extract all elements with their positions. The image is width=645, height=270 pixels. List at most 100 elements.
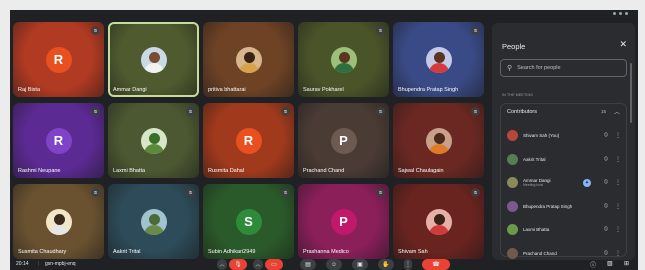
participant-tile[interactable]: ⦸ Shivam Sah <box>393 184 484 259</box>
mic-off-icon: ⦸ <box>376 26 385 35</box>
avatar <box>140 46 167 73</box>
more-options-button[interactable]: ⋮ <box>404 259 412 270</box>
avatar <box>330 46 357 73</box>
person-info: Ammar Dangi Meeting host <box>523 178 578 187</box>
mic-off-icon[interactable]: ⦸ <box>602 250 610 257</box>
person-info: Laxmi Bhatta <box>523 227 597 232</box>
mic-off-icon: ⦸ <box>471 107 480 116</box>
close-icon[interactable]: ✕ <box>619 39 627 50</box>
avatar: R <box>45 127 72 154</box>
list-item[interactable]: Aakrit Trital ⦸ ⋮ <box>501 148 626 172</box>
mic-off-icon: ⦸ <box>186 188 195 197</box>
more-vert-icon[interactable]: ⋮ <box>615 250 621 257</box>
chat-icon[interactable]: ▨ <box>607 260 613 267</box>
mic-off-icon: ⦸ <box>91 26 100 35</box>
participant-name: Saurav Pokharel <box>303 87 344 93</box>
person-name: Laxmi Bhatta <box>523 227 550 233</box>
participant-name: Prachand Chand <box>303 168 345 174</box>
avatar <box>507 177 518 189</box>
list-item[interactable]: Bhupendra Pratap Singh ⦸ ⋮ <box>501 195 626 219</box>
mic-off-icon: ⦸ <box>471 26 480 35</box>
avatar <box>45 208 72 235</box>
list-item[interactable]: Laxmi Bhatta ⦸ ⋮ <box>501 218 626 242</box>
camera-toggle-button[interactable]: ▭ <box>265 259 283 270</box>
present-button[interactable]: ▣ <box>352 259 368 270</box>
participant-name: Prashanna Medico <box>303 249 349 255</box>
section-label: IN THE MEETING <box>502 93 534 97</box>
participant-tile[interactable]: ⦸ Bhupendra Pratap Singh <box>393 22 484 97</box>
participant-name: pritiva bhattarai <box>208 87 246 93</box>
mic-off-icon: ⦸ <box>471 188 480 197</box>
more-vert-icon[interactable]: ⋮ <box>615 203 621 210</box>
leave-call-button[interactable]: ☎ <box>422 259 450 270</box>
avatar <box>507 224 518 236</box>
participant-tile[interactable]: R ⦸ Rashmi Neupane <box>13 103 104 178</box>
avatar <box>140 208 167 235</box>
avatar: R <box>45 46 72 73</box>
window-dots <box>613 12 628 15</box>
list-item[interactable]: Shivam Sah (You) ⦸ ⋮ <box>501 124 626 148</box>
meeting-code: gsn-mpbj-enq <box>45 261 76 267</box>
meeting-time: 20:14 <box>16 261 29 267</box>
person-role: Meeting host <box>523 183 544 188</box>
mic-off-icon: ⦸ <box>91 107 100 116</box>
mic-off-icon[interactable]: ⦸ <box>602 132 610 139</box>
search-placeholder: Search for people <box>517 65 561 71</box>
participant-tile[interactable]: ⦸ Saurav Pokharel <box>298 22 389 97</box>
mic-off-icon[interactable]: ⦸ <box>602 156 610 163</box>
participant-tile[interactable]: ⦸ Aakrit Trital <box>108 184 199 259</box>
avatar: P <box>330 208 357 235</box>
audio-options-button[interactable]: ︿ <box>217 259 227 270</box>
participant-tile[interactable]: ⦸ Sajwal Chaulagain <box>393 103 484 178</box>
captions-button[interactable]: ▤ <box>300 259 316 270</box>
person-info: Prachand Chand <box>523 251 597 256</box>
person-name: Aakrit Trital <box>523 156 546 162</box>
participant-name: Sajwal Chaulagain <box>398 168 444 174</box>
more-vert-icon[interactable]: ⋮ <box>615 226 621 233</box>
mic-off-icon[interactable]: ⦸ <box>602 226 610 233</box>
activities-icon[interactable]: ⊞ <box>624 260 629 267</box>
search-icon: ⚲ <box>507 65 513 72</box>
participant-name: Shivam Sah <box>398 249 428 255</box>
emoji-button[interactable]: ☺ <box>326 259 342 270</box>
person-name: Bhupendra Pratap Singh <box>523 203 573 209</box>
participant-tile[interactable]: P ⦸ Prachand Chand <box>298 103 389 178</box>
mic-off-icon[interactable]: ⦸ <box>602 179 610 186</box>
avatar <box>425 127 452 154</box>
participant-tile[interactable]: R ⦸ Rusmita Dahal <box>203 103 294 178</box>
participant-name: Susmita Chaudhary <box>18 249 67 255</box>
participant-name: Raj Bista <box>18 87 41 93</box>
participant-name: Subin Adhikari2949 <box>208 249 256 255</box>
participant-tile[interactable]: R ⦸ Raj Bista <box>13 22 104 97</box>
participant-name: Rusmita Dahal <box>208 168 245 174</box>
avatar <box>425 208 452 235</box>
scrollbar[interactable] <box>630 63 632 123</box>
video-options-button[interactable]: ︿ <box>253 259 263 270</box>
more-vert-icon[interactable]: ⋮ <box>615 179 621 186</box>
host-icon: ✦ <box>583 178 591 187</box>
avatar <box>507 130 518 142</box>
participant-tile[interactable]: S ⦸ Subin Adhikari2949 <box>203 184 294 259</box>
mic-off-icon[interactable]: ⦸ <box>602 203 610 210</box>
more-vert-icon[interactable]: ⋮ <box>615 156 621 163</box>
person-info: Shivam Sah (You) <box>523 133 597 138</box>
participant-tile[interactable]: pritiva bhattarai <box>203 22 294 97</box>
contributors-header[interactable]: Contributors 15 ︿ <box>501 104 626 119</box>
search-input[interactable]: ⚲ Search for people <box>500 59 627 77</box>
mic-off-icon: ⦸ <box>281 188 290 197</box>
more-vert-icon[interactable]: ⋮ <box>615 132 621 139</box>
info-icon[interactable]: ⓘ <box>590 260 596 269</box>
participant-tile[interactable]: ⦸ Susmita Chaudhary <box>13 184 104 259</box>
participant-tile[interactable]: Ammar Dangi <box>108 22 199 97</box>
contributors-count: 15 <box>600 109 606 114</box>
participant-tile[interactable]: P ⦸ Prashanna Medico <box>298 184 389 259</box>
mic-toggle-button[interactable]: 🎙 <box>229 259 247 270</box>
avatar <box>140 127 167 154</box>
participant-name: Ammar Dangi <box>113 87 147 93</box>
avatar <box>425 46 452 73</box>
mic-off-icon: ⦸ <box>376 107 385 116</box>
avatar: R <box>235 127 262 154</box>
list-item[interactable]: Ammar Dangi Meeting host ✦ ⦸ ⋮ <box>501 171 626 195</box>
raise-hand-button[interactable]: ✋ <box>378 259 394 270</box>
participant-tile[interactable]: ⦸ Laxmi Bhatta <box>108 103 199 178</box>
